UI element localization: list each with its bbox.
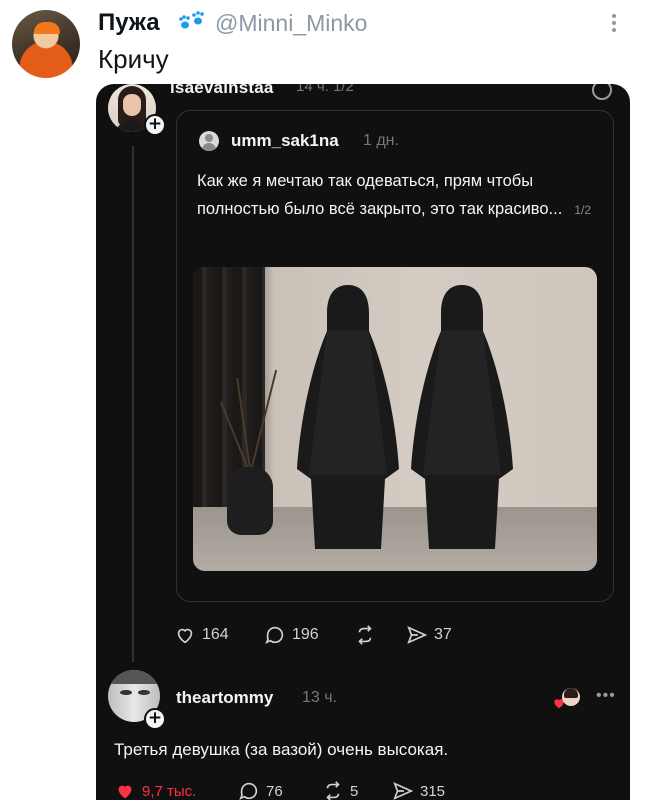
comment-count: 196 (292, 626, 319, 643)
comment-icon (265, 626, 284, 644)
like-button[interactable]: 164 (174, 622, 229, 648)
quoted-time: 1 дн. (363, 132, 399, 149)
reply-comment-count: 76 (266, 782, 283, 800)
quoted-text: Как же я мечтаю так одеваться, прям чтоб… (197, 167, 597, 224)
reply-follow-plus-icon: + (144, 708, 166, 730)
reply-text: Третья девушка (за вазой) очень высокая. (114, 740, 449, 759)
reply-share-count: 315 (420, 782, 446, 800)
quoted-avatar (199, 131, 219, 151)
garment-right (411, 285, 513, 549)
comment-button[interactable]: 196 (264, 622, 319, 648)
post-actions: 164 196 37 (96, 622, 630, 648)
author-avatar[interactable] (12, 10, 80, 78)
share-button[interactable]: 37 (406, 622, 452, 648)
reply-repost-count: 5 (350, 782, 359, 800)
heart-filled-icon (118, 785, 132, 799)
reply-more-icon[interactable]: ••• (596, 687, 616, 705)
reply-time: 13 ч. (302, 689, 338, 706)
send-icon (407, 626, 428, 644)
reply-repost-button[interactable]: 5 (322, 778, 358, 800)
header-username: isaevainstaa (170, 84, 274, 97)
repost-icon (326, 781, 340, 800)
share-count: 37 (434, 626, 452, 643)
thread-line (132, 146, 134, 662)
send-icon (393, 782, 414, 800)
garment-left (297, 285, 399, 549)
reply-like-button[interactable]: 9,7 тыс. (114, 778, 196, 800)
comment-icon (239, 782, 258, 800)
header-meta: 14 ч. 1/2 (296, 84, 354, 95)
repost-icon (358, 625, 372, 645)
more-options-icon[interactable] (600, 8, 630, 38)
reply-like-count: 9,7 тыс. (142, 782, 197, 800)
quoted-username: umm_sak1na (231, 131, 339, 150)
repost-button[interactable] (354, 622, 376, 648)
reply-comment-button[interactable]: 76 (238, 778, 283, 800)
reply-actions: 9,7 тыс. 76 5 315 (96, 778, 630, 800)
repost-indicator-icon (592, 84, 612, 100)
reply-share-button[interactable]: 315 (392, 778, 445, 800)
tweet-text: Кричу (98, 44, 169, 74)
follow-plus-icon: + (144, 114, 166, 136)
author-name[interactable]: Пужа (98, 9, 160, 37)
vase (227, 467, 273, 535)
heart-icon (177, 628, 193, 644)
author-handle[interactable]: @Minni_Minko (215, 10, 367, 37)
quoted-post: umm_sak1na 1 дн. Как же я мечтаю так оде… (176, 110, 614, 602)
embedded-screenshot[interactable]: isaevainstaa 14 ч. 1/2 + umm_sak1na 1 дн… (96, 84, 630, 800)
liked-by-author-avatar (562, 688, 580, 706)
quoted-page: 1/2 (574, 203, 591, 217)
post-photo (193, 267, 597, 571)
like-count: 164 (202, 626, 229, 643)
paw-prints-icon (179, 11, 204, 29)
reply-username: theartommy (176, 688, 274, 707)
quoted-text-body: Как же я мечтаю так одеваться, прям чтоб… (197, 172, 563, 218)
